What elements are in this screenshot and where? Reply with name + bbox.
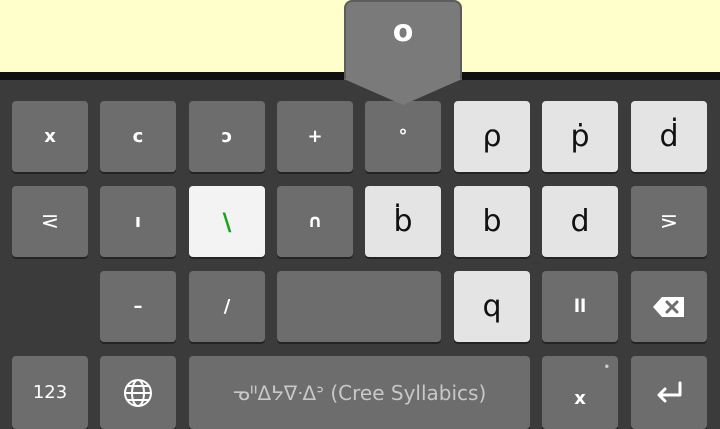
space-bar[interactable]: ᓀᐦᐃᔭᐁᐧᐃᐣ (Cree Syllabics) xyxy=(189,356,530,429)
enter-icon xyxy=(654,380,684,406)
key-preview-popup: o xyxy=(344,0,462,80)
key-open-c[interactable]: ɔ xyxy=(189,101,265,172)
numbers-key[interactable]: 123 xyxy=(12,356,88,429)
language-switch-button[interactable] xyxy=(100,356,176,429)
key-backslash[interactable]: \ xyxy=(189,186,265,257)
key-d-dot[interactable]: ḋ xyxy=(631,101,707,172)
key-preview-tail xyxy=(344,79,462,105)
key-d[interactable]: d xyxy=(542,186,618,257)
key-preview-label: o xyxy=(392,14,414,49)
key-double-l[interactable]: ll xyxy=(542,271,618,342)
key-x[interactable]: x xyxy=(12,101,88,172)
key-intersection[interactable]: ∩ xyxy=(277,186,353,257)
key-hint-dot: • xyxy=(603,362,610,373)
space-bar-label: ᓀᐦᐃᔭᐁᐧᐃᐣ (Cree Syllabics) xyxy=(232,380,487,405)
key-dotless-i[interactable]: ı xyxy=(100,186,176,257)
key-dash[interactable]: – xyxy=(100,271,176,342)
key-b[interactable]: b xyxy=(454,186,530,257)
key-degree[interactable]: ° xyxy=(365,101,441,172)
key-c[interactable]: c xyxy=(100,101,176,172)
backspace-button[interactable] xyxy=(631,271,707,342)
key-plus[interactable]: + xyxy=(277,101,353,172)
key-greater-equal[interactable]: ⋝ xyxy=(631,186,707,257)
key-wide-blank[interactable] xyxy=(277,271,441,342)
key-less-equal[interactable]: ⋜ xyxy=(12,186,88,257)
key-q[interactable]: q xyxy=(454,271,530,342)
globe-icon xyxy=(122,377,154,409)
key-period-x[interactable]: x • xyxy=(542,356,618,429)
key-p-dot[interactable]: ṗ xyxy=(542,101,618,172)
key-slash[interactable]: / xyxy=(189,271,265,342)
enter-button[interactable] xyxy=(631,356,707,429)
key-rho[interactable]: ρ xyxy=(454,101,530,172)
backspace-icon xyxy=(652,296,686,318)
key-b-dot[interactable]: ḃ xyxy=(365,186,441,257)
